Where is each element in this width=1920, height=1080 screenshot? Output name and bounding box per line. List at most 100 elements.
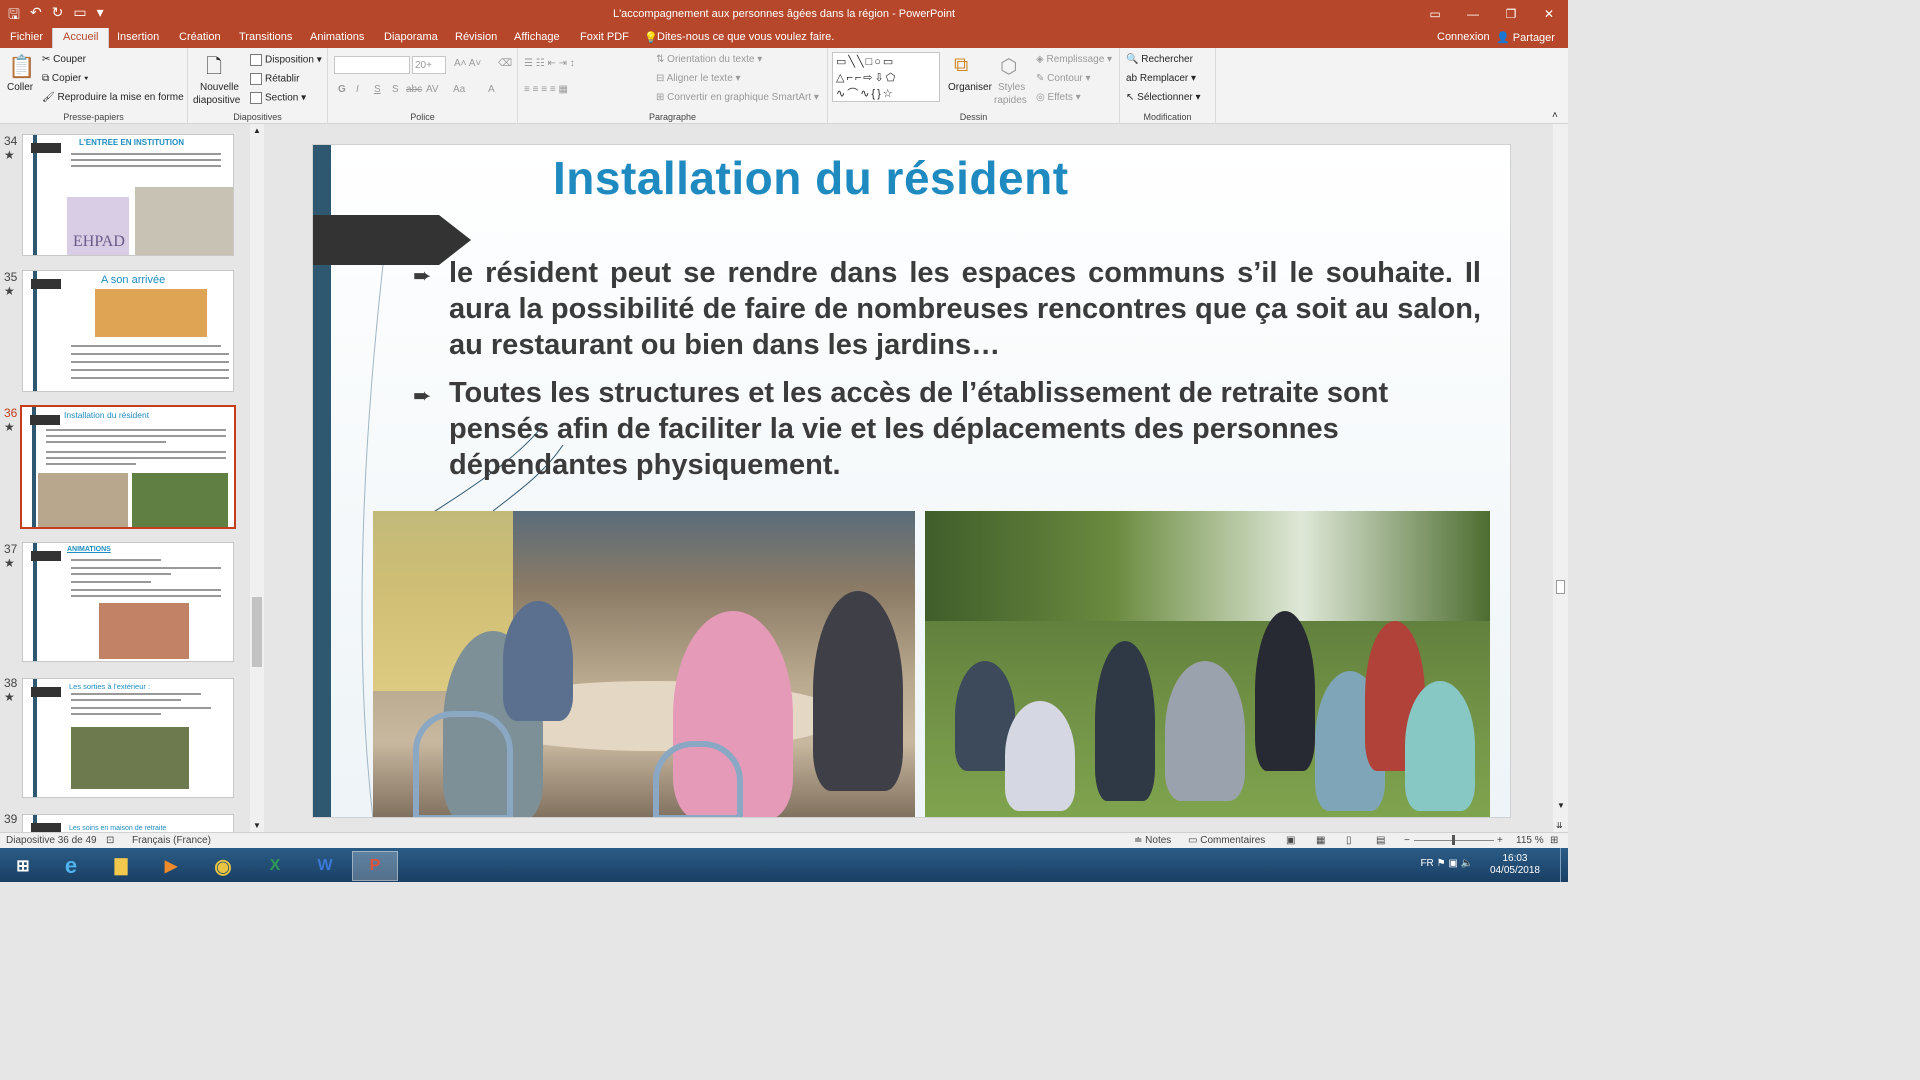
close-icon[interactable]: ✕ [1530, 0, 1568, 28]
underline-button[interactable]: S [374, 84, 381, 95]
slide-canvas[interactable]: Installation du résident ➨ le résident p… [312, 144, 1511, 818]
slide-bullet-2[interactable]: Toutes les structures et les accès de l’… [449, 375, 1481, 483]
clock[interactable]: 16:03 04/05/2018 [1490, 853, 1540, 877]
chrome-icon[interactable]: ◉ [200, 851, 246, 881]
flag-icon[interactable]: ⚑ [1437, 858, 1446, 869]
slide-bullet-1[interactable]: le résident peut se rendre dans les espa… [449, 255, 1481, 363]
thumbnail-scrollbar[interactable]: ▲ ▼ [250, 124, 264, 832]
language-indicator[interactable]: FR [1420, 858, 1433, 869]
bullets-icon[interactable]: ☰ ☷ ⇤ ⇥ ↕ [524, 58, 575, 69]
zoom-slider-handle[interactable] [1452, 835, 1455, 845]
maximize-icon[interactable]: ❐ [1492, 0, 1530, 28]
layout-button[interactable]: Disposition ▾ [250, 54, 322, 66]
tab-insert[interactable]: Insertion [117, 31, 159, 43]
scroll-down-icon[interactable]: ▼ [1557, 801, 1565, 810]
slide-thumb-37[interactable]: ANIMATIONS [22, 542, 234, 662]
tab-home[interactable]: Accueil [52, 28, 110, 48]
copy-button[interactable]: ⧉ Copier ▾ [42, 73, 88, 84]
smartart-button[interactable]: ⊞ Convertir en graphique SmartArt ▾ [656, 92, 819, 103]
share-button[interactable]: 👤 Partager [1496, 31, 1555, 44]
show-desktop-button[interactable] [1560, 848, 1568, 882]
new-slide-icon[interactable]: 🗋 [206, 52, 222, 86]
strikethrough-button[interactable]: abc [406, 84, 422, 95]
network-icon[interactable]: ▣ [1448, 858, 1457, 869]
bold-button[interactable]: G [338, 84, 346, 95]
slide-scrollbar[interactable]: ▼ ⇊ [1553, 124, 1568, 832]
paste-button[interactable]: Coller [7, 82, 33, 93]
align-icons[interactable]: ≡ ≡ ≡ ≡ ▦ [524, 84, 568, 95]
scroll-up-icon[interactable]: ▲ [253, 126, 261, 135]
slide-sorter-icon[interactable]: ▦ [1316, 835, 1325, 846]
slide-scroll-thumb[interactable] [1556, 580, 1565, 594]
excel-icon[interactable]: X [252, 851, 298, 881]
collapse-ribbon-icon[interactable]: ˄ [1552, 110, 1558, 121]
paste-icon[interactable]: 📋 [8, 54, 35, 80]
select-button[interactable]: ↖ Sélectionner ▾ [1126, 92, 1201, 103]
tab-foxit[interactable]: Foxit PDF [580, 31, 629, 43]
new-slide-label-1[interactable]: Nouvelle [200, 82, 239, 93]
language-status[interactable]: Français (France) [132, 835, 211, 846]
comments-button[interactable]: ▭ Commentaires [1188, 835, 1265, 846]
photo-common-room[interactable] [373, 511, 915, 817]
powerpoint-icon[interactable]: P [352, 851, 398, 881]
volume-icon[interactable]: 🔈 [1461, 858, 1473, 869]
word-icon[interactable]: W [302, 851, 348, 881]
media-player-icon[interactable]: ▶ [148, 851, 194, 881]
tab-design[interactable]: Création [179, 31, 221, 43]
signin-link[interactable]: Connexion [1437, 31, 1490, 43]
slide-thumb-39[interactable]: Les soins en maison de retraite [22, 814, 234, 832]
internet-explorer-icon[interactable]: e [48, 851, 94, 881]
slide-thumb-36[interactable]: Installation du résident [20, 405, 236, 529]
shapes-gallery[interactable]: ▭╲╲□○▭ △⌐⌐⇨⇩⬠ ∿⌒∿{}☆ [832, 52, 940, 102]
next-slide-icon[interactable]: ⇊ [1556, 821, 1563, 830]
zoom-out-icon[interactable]: − [1404, 835, 1410, 846]
clear-format-icon[interactable]: ⌫ [498, 58, 512, 69]
scroll-down-icon[interactable]: ▼ [253, 821, 261, 830]
file-explorer-icon[interactable]: ▇ [98, 851, 144, 881]
photo-garden-group[interactable] [925, 511, 1490, 817]
tab-transitions[interactable]: Transitions [239, 31, 292, 43]
tab-file[interactable]: Fichier [10, 31, 43, 43]
reset-button[interactable]: Rétablir [250, 73, 299, 85]
thumbnail-scroll-thumb[interactable] [252, 597, 262, 667]
minimize-icon[interactable]: — [1454, 0, 1492, 28]
arrange-button[interactable]: Organiser [948, 82, 992, 93]
shape-fill-button[interactable]: ◈ Remplissage ▾ [1036, 54, 1112, 65]
slide-thumb-35[interactable]: A son arrivée [22, 270, 234, 392]
shape-effects-button[interactable]: ◎ Effets ▾ [1036, 92, 1081, 103]
font-color-button[interactable]: A [488, 84, 495, 95]
find-button[interactable]: 🔍 Rechercher [1126, 54, 1193, 65]
slide-thumb-34[interactable]: L'ENTREE EN INSTITUTION EHPAD [22, 134, 234, 256]
slideshow-icon[interactable]: ▤ [1376, 835, 1385, 846]
normal-view-icon[interactable]: ▣ [1286, 835, 1295, 846]
reading-view-icon[interactable]: ▯ [1346, 835, 1352, 846]
font-name-box[interactable] [334, 56, 410, 74]
italic-button[interactable]: I [356, 84, 359, 95]
change-case-button[interactable]: Aa [453, 84, 465, 95]
ribbon-display-icon[interactable]: ▭ [1416, 0, 1454, 28]
cut-button[interactable]: ✂ Couper [42, 54, 86, 65]
char-spacing-button[interactable]: AV [426, 84, 439, 95]
quick-styles-label-2[interactable]: rapides [994, 95, 1027, 106]
zoom-in-icon[interactable]: + [1497, 835, 1503, 846]
font-size-box[interactable]: 20+ [412, 56, 446, 74]
notes-button[interactable]: ≐ Notes [1134, 835, 1171, 846]
new-slide-label-2[interactable]: diapositive [193, 95, 240, 106]
quick-styles-label-1[interactable]: Styles [998, 82, 1025, 93]
shadow-button[interactable]: S [392, 84, 399, 95]
start-button-icon[interactable]: ⊞ [0, 851, 46, 881]
spellcheck-icon[interactable]: ⊡ [106, 835, 114, 846]
slide-title[interactable]: Installation du résident [553, 151, 1069, 205]
grow-font-icon[interactable]: A˄ A˅ [454, 58, 481, 69]
replace-button[interactable]: ab Remplacer ▾ [1126, 73, 1196, 84]
slide-thumb-38[interactable]: Les sorties à l'extérieur : [22, 678, 234, 798]
align-text-button[interactable]: ⊟ Aligner le texte ▾ [656, 73, 741, 84]
tab-view[interactable]: Affichage [514, 31, 560, 43]
section-button[interactable]: Section ▾ [250, 92, 306, 104]
arrange-icon[interactable]: ⧉ [954, 54, 968, 77]
fit-slide-icon[interactable]: ⊞ [1550, 835, 1558, 846]
format-painter-button[interactable]: 🖌 Reproduire la mise en forme [42, 92, 184, 103]
tab-slideshow[interactable]: Diaporama [384, 31, 438, 43]
tab-animations[interactable]: Animations [310, 31, 364, 43]
text-direction-button[interactable]: ⇅ Orientation du texte ▾ [656, 54, 762, 65]
